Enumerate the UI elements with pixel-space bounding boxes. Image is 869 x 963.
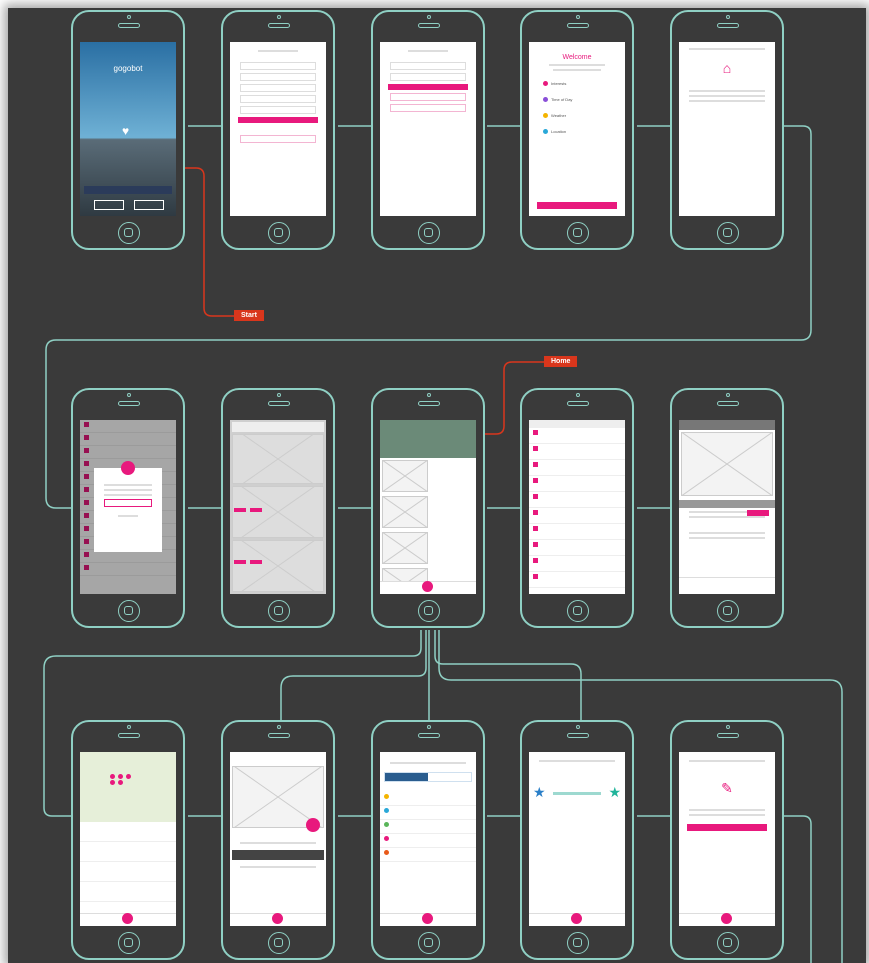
book-button[interactable] xyxy=(747,510,769,516)
search-screen xyxy=(230,420,326,594)
welcome-title: Welcome xyxy=(562,54,592,61)
star-icon-left[interactable]: ★ xyxy=(533,784,546,801)
phone-permission xyxy=(71,388,185,628)
allow-button[interactable] xyxy=(104,499,152,507)
segment-selected[interactable] xyxy=(385,773,428,781)
home-screen xyxy=(380,420,476,594)
phone-rating: ★ ★ xyxy=(520,720,634,960)
phone-list xyxy=(520,388,634,628)
place-add-button[interactable] xyxy=(272,913,283,924)
permission-dialog xyxy=(94,461,162,552)
permission-screen xyxy=(80,420,176,594)
phone-splash: gogobot ♥ xyxy=(71,10,185,250)
signup-button[interactable] xyxy=(134,200,164,210)
welcome-item-location: Location xyxy=(543,129,625,145)
start-tag: Start xyxy=(234,310,264,321)
place-screen xyxy=(230,752,326,926)
add-fab-button[interactable] xyxy=(422,581,433,592)
splash-screen: gogobot ♥ xyxy=(80,42,176,216)
create-button[interactable] xyxy=(687,824,767,831)
facebook-button[interactable] xyxy=(84,186,172,194)
welcome-screen: Welcome Interests Time of Day Weather Lo… xyxy=(529,42,625,216)
detail-screen xyxy=(679,420,775,594)
signup-screen xyxy=(230,42,326,216)
empty-state-screen: ✎ xyxy=(679,752,775,926)
map-fab-button[interactable] xyxy=(122,913,133,924)
house-icon: ⌂ xyxy=(722,60,732,76)
edit-icon: ✎ xyxy=(721,780,733,796)
map-view[interactable] xyxy=(80,752,176,822)
signin-submit-button[interactable] xyxy=(388,84,468,90)
home-tag: Home xyxy=(544,356,578,367)
map-screen xyxy=(80,752,176,926)
rating-fab-button[interactable] xyxy=(571,913,582,924)
signup-submit-button[interactable] xyxy=(238,117,318,123)
phone-signin xyxy=(371,10,485,250)
welcome-item-weather: Weather xyxy=(543,113,625,129)
phone-detail xyxy=(670,388,784,628)
welcome-item-time: Time of Day xyxy=(543,97,625,113)
list-screen xyxy=(529,420,625,594)
rating-screen: ★ ★ xyxy=(529,752,625,926)
heart-icon: ♥ xyxy=(122,124,130,138)
wireframe-board: Start Home gogobot ♥ Welcome Interests T… xyxy=(8,8,866,963)
get-started-button[interactable] xyxy=(537,202,617,209)
star-icon-right[interactable]: ★ xyxy=(608,784,621,801)
place-fab-button[interactable] xyxy=(306,818,320,832)
app-logo: gogobot xyxy=(113,64,143,73)
phone-search xyxy=(221,388,335,628)
signin-screen xyxy=(380,42,476,216)
empty-fab-button[interactable] xyxy=(721,913,732,924)
welcome-item-interests: Interests xyxy=(543,81,625,97)
phone-empty-state: ✎ xyxy=(670,720,784,960)
login-button[interactable] xyxy=(94,200,124,210)
add-trip-screen xyxy=(380,752,476,926)
phone-hometown: ⌂ xyxy=(670,10,784,250)
phone-map xyxy=(71,720,185,960)
hometown-screen: ⌂ xyxy=(679,42,775,216)
phone-place xyxy=(221,720,335,960)
phone-signup xyxy=(221,10,335,250)
phone-welcome: Welcome Interests Time of Day Weather Lo… xyxy=(520,10,634,250)
phone-add-trip xyxy=(371,720,485,960)
trip-fab-button[interactable] xyxy=(422,913,433,924)
phone-home xyxy=(371,388,485,628)
